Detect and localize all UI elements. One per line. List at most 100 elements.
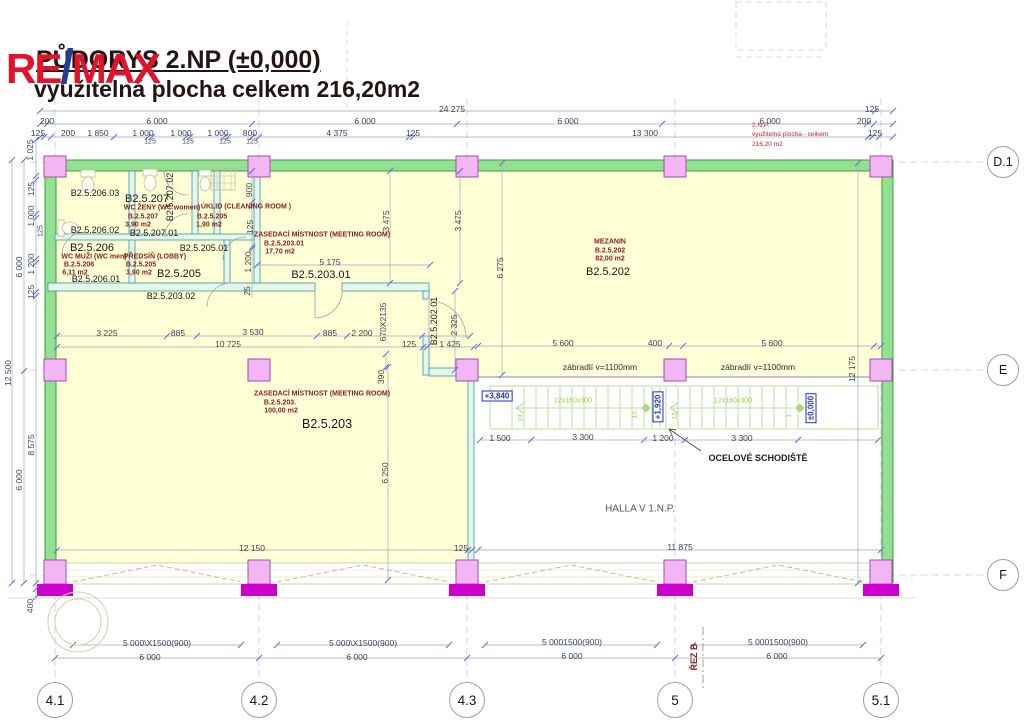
room-code-label: B2.5.202 [586, 266, 630, 278]
room-name-label: B.2.5.203.01 [264, 241, 304, 248]
dimension-label: 6 000 [14, 469, 24, 490]
dimension-label: 11 875 [667, 542, 692, 552]
annotation-label: zábradlí v=1100mm [721, 362, 795, 372]
section-marker-label: ŘEZ B [689, 644, 699, 671]
dimension-label: 125 [38, 225, 45, 237]
annotation-label: OCELOVÉ SCHODIŠTĚ [708, 453, 807, 463]
dimension-label: 8 575 [26, 434, 36, 455]
room-code-label: B2.5.203.01 [291, 269, 350, 281]
dimension-label: 24 275 [439, 104, 465, 114]
logo-re: RE [6, 45, 60, 92]
dimension-label: 1 200 [26, 253, 36, 274]
dimension-label: 12 150 [239, 543, 265, 553]
room-code-label: B2.5.203.02 [147, 291, 196, 301]
dimension-label: 6 000 [561, 651, 582, 661]
summary-line: 2.N.P. [752, 121, 828, 130]
room-name-label: WC MUŽI (WC men) [61, 254, 126, 261]
room-name-label: ZASEDACÍ MÍSTNOST (MEETING ROOM) [254, 232, 390, 239]
dimension-label: 3 475 [453, 210, 463, 231]
room-name-label: B.2.5.206 [64, 262, 94, 269]
dimension-label: 1 000 [207, 128, 228, 138]
dimension-label: 125 [868, 128, 882, 138]
grid-bubble-4.3: 4.3 [449, 682, 485, 718]
dimension-label: 125 [246, 139, 258, 146]
dimension-label: 125 [182, 139, 194, 146]
stair-step-label: 1. [786, 412, 793, 417]
dimension-label: 10 725 [215, 339, 241, 349]
room-name-label: B.2.5.203. [264, 400, 296, 407]
dimension-label: 1 425 [439, 339, 460, 349]
room-code-label: B2.5.203 [302, 417, 352, 431]
room-name-label: 3,90 m2 [126, 270, 152, 277]
level-elevation-label: +3,840 [482, 391, 513, 402]
steel-staircase [490, 386, 878, 429]
dimension-label: 6 275 [495, 257, 505, 278]
summary-line: využitelná plocha - celkem [752, 130, 828, 139]
grid-bubble-F: F [987, 559, 1019, 591]
dimension-label: 6 000 [139, 652, 160, 662]
stair-spec-label: 12x160x300 [714, 398, 752, 405]
room-code-label: B2.5.205 [157, 268, 201, 280]
dimension-label: 3 225 [96, 328, 117, 338]
grid-bubble-E: E [987, 354, 1019, 386]
dimension-label: 4 375 [326, 128, 347, 138]
dimension-label: 200 [40, 116, 54, 126]
dimension-label: 1 500 [489, 433, 510, 443]
meeting-room-floor [55, 375, 469, 563]
dimension-label: 6 250 [380, 462, 390, 483]
room-name-label: B.2.5.205 [126, 262, 156, 269]
dimension-label: 3 300 [731, 433, 752, 443]
dimension-label: 125 [219, 139, 231, 146]
title-block-outline [736, 2, 826, 50]
room-name-label: PŘEDSÍŇ (LOBBY) [124, 254, 186, 261]
room-name-label: B.2.5.207 [128, 214, 158, 221]
dimension-label: 800 [243, 128, 257, 138]
dimension-label: 6 000 [146, 116, 167, 126]
room-code-label: B2.5.202.01 [429, 297, 439, 346]
summary-line: 216,20 m2 [752, 140, 828, 149]
grid-bubble-5.1: 5.1 [863, 682, 899, 718]
dimension-label: 1 200 [243, 251, 253, 272]
dimension-label: 3 530 [242, 327, 263, 337]
dimension-label: 5 600 [761, 338, 782, 348]
dimension-label: 125 [406, 128, 420, 138]
dimension-label: 5 000\X1500(900) [123, 638, 191, 648]
dimension-label: 125 [454, 543, 468, 553]
level-elevation-label: ±0,000 [806, 393, 817, 423]
dimension-label: 390 [376, 370, 386, 384]
room-code-label: B2.5.205.01 [180, 243, 229, 253]
room-name-label: 82,00 m2 [595, 256, 625, 263]
level-elevation-label: +1,920 [653, 392, 664, 423]
dimension-label: 2 325 [449, 314, 459, 335]
room-name-label: 1,90 m2 [196, 222, 222, 229]
dimension-label: 125 [144, 139, 156, 146]
remax-logo: RE/MAX [6, 44, 159, 92]
room-name-label: 100,00 m2 [264, 408, 297, 415]
room-name-label: ZASEDACÍ MÍSTNOST (MEETING ROOM) [254, 391, 390, 398]
dimension-label: 1 025 [25, 139, 35, 160]
dimension-label: 125 [865, 104, 879, 114]
dimension-label: 200 [857, 116, 871, 126]
dimension-label: 885 [171, 328, 185, 338]
dimension-label: 6 000 [14, 256, 24, 277]
dimension-label: 400 [648, 338, 662, 348]
dimension-label: 1 000 [132, 128, 153, 138]
room-code-label: B2.5.206.02 [71, 225, 120, 235]
dimension-label: 5 0001500(900) [542, 637, 602, 647]
grid-bubble-5: 5 [657, 682, 693, 718]
dimension-label: 1 200 [652, 433, 673, 443]
dimension-label: 3 300 [572, 432, 593, 442]
dimension-label: 6 000 [766, 651, 787, 661]
room-code-label: B2.5.206.01 [72, 274, 121, 284]
annotation-label: zábradlí v=1100mm [563, 362, 637, 372]
dimension-label: 2 200 [351, 328, 372, 338]
dimension-label: 125 [26, 182, 36, 196]
dimension-label: 400 [25, 599, 35, 613]
dimension-label: 1 000 [170, 128, 191, 138]
stair-step-label: 13. [632, 409, 639, 418]
room-name-label: 17,70 m2 [265, 249, 295, 256]
dimension-label: 5 0001500(900) [748, 637, 808, 647]
dimension-label: 5 000\X1500(900) [329, 638, 397, 648]
room-name-label: MEZANIN [594, 239, 626, 246]
floorplan-canvas: RE/MAX PŮDORYS 2.NP (±0,000) využitelná … [0, 0, 1024, 723]
